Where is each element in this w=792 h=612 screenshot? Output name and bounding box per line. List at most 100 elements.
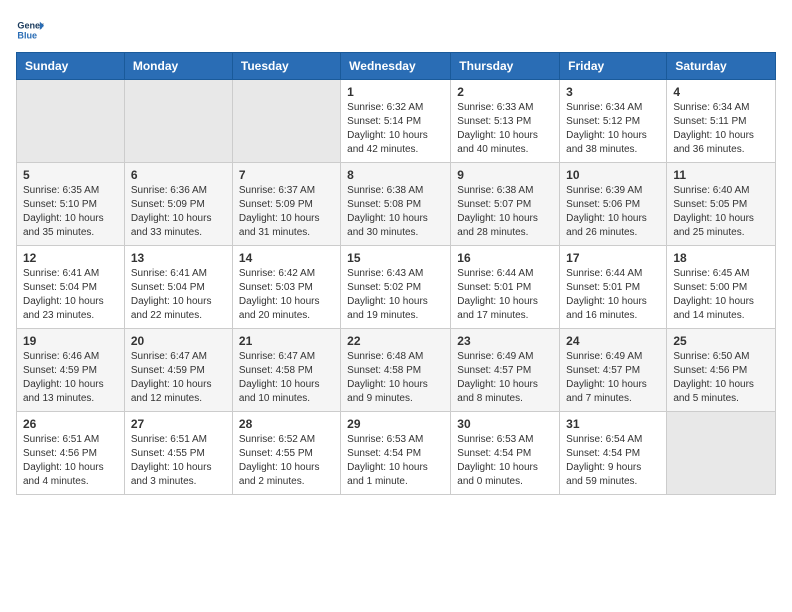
- day-info: Sunrise: 6:41 AM Sunset: 5:04 PM Dayligh…: [23, 267, 118, 323]
- day-number: 4: [673, 85, 769, 99]
- day-info: Sunrise: 6:35 AM Sunset: 5:10 PM Dayligh…: [23, 184, 118, 240]
- day-info: Sunrise: 6:44 AM Sunset: 5:01 PM Dayligh…: [457, 267, 553, 323]
- calendar-cell: [124, 80, 232, 163]
- calendar-cell: 28 Sunrise: 6:52 AM Sunset: 4:55 PM Dayli…: [232, 412, 340, 495]
- day-info: Sunrise: 6:47 AM Sunset: 4:59 PM Dayligh…: [131, 350, 226, 406]
- day-info: Sunrise: 6:50 AM Sunset: 4:56 PM Dayligh…: [673, 350, 769, 406]
- day-info: Sunrise: 6:48 AM Sunset: 4:58 PM Dayligh…: [347, 350, 444, 406]
- calendar-cell: 12 Sunrise: 6:41 AM Sunset: 5:04 PM Dayli…: [17, 246, 125, 329]
- calendar-cell: 14Sunrise: 6:42 AM Sunset: 5:03 PM Dayli…: [232, 246, 340, 329]
- header-day-sunday: Sunday: [17, 53, 125, 80]
- calendar-cell: 6 Sunrise: 6:36 AM Sunset: 5:09 PM Daylig…: [124, 163, 232, 246]
- day-info: Sunrise: 6:38 AM Sunset: 5:08 PM Dayligh…: [347, 184, 444, 240]
- day-number: 14: [239, 251, 334, 265]
- calendar-cell: 20 Sunrise: 6:47 AM Sunset: 4:59 PM Dayli…: [124, 329, 232, 412]
- day-number: 21: [239, 334, 334, 348]
- calendar-cell: 5 Sunrise: 6:35 AM Sunset: 5:10 PM Daylig…: [17, 163, 125, 246]
- calendar-cell: 21 Sunrise: 6:47 AM Sunset: 4:58 PM Dayli…: [232, 329, 340, 412]
- day-number: 31: [566, 417, 660, 431]
- day-number: 23: [457, 334, 553, 348]
- header-day-thursday: Thursday: [451, 53, 560, 80]
- day-info: Sunrise: 6:51 AM Sunset: 4:56 PM Dayligh…: [23, 433, 118, 489]
- calendar-cell: 13Sunrise: 6:41 AM Sunset: 5:04 PM Dayli…: [124, 246, 232, 329]
- day-number: 19: [23, 334, 118, 348]
- day-info: Sunrise: 6:53 AM Sunset: 4:54 PM Dayligh…: [347, 433, 444, 489]
- day-info: Sunrise: 6:38 AM Sunset: 5:07 PM Dayligh…: [457, 184, 553, 240]
- day-number: 11: [673, 168, 769, 182]
- day-number: 16: [457, 251, 553, 265]
- calendar-cell: [17, 80, 125, 163]
- day-number: 2: [457, 85, 553, 99]
- day-info: Sunrise: 6:47 AM Sunset: 4:58 PM Dayligh…: [239, 350, 334, 406]
- header-day-saturday: Saturday: [667, 53, 776, 80]
- day-number: 12: [23, 251, 118, 265]
- day-number: 13: [131, 251, 226, 265]
- day-info: Sunrise: 6:44 AM Sunset: 5:01 PM Dayligh…: [566, 267, 660, 323]
- day-number: 7: [239, 168, 334, 182]
- day-info: Sunrise: 6:51 AM Sunset: 4:55 PM Dayligh…: [131, 433, 226, 489]
- calendar-cell: 23 Sunrise: 6:49 AM Sunset: 4:57 PM Dayli…: [451, 329, 560, 412]
- day-info: Sunrise: 6:45 AM Sunset: 5:00 PM Dayligh…: [673, 267, 769, 323]
- day-info: Sunrise: 6:33 AM Sunset: 5:13 PM Dayligh…: [457, 101, 553, 157]
- day-number: 28: [239, 417, 334, 431]
- day-info: Sunrise: 6:52 AM Sunset: 4:55 PM Dayligh…: [239, 433, 334, 489]
- calendar-cell: 24Sunrise: 6:49 AM Sunset: 4:57 PM Dayli…: [560, 329, 667, 412]
- calendar-cell: 4Sunrise: 6:34 AM Sunset: 5:11 PM Daylig…: [667, 80, 776, 163]
- calendar-cell: 27 Sunrise: 6:51 AM Sunset: 4:55 PM Dayli…: [124, 412, 232, 495]
- day-number: 29: [347, 417, 444, 431]
- day-number: 10: [566, 168, 660, 182]
- day-info: Sunrise: 6:40 AM Sunset: 5:05 PM Dayligh…: [673, 184, 769, 240]
- logo: General Blue: [16, 16, 48, 44]
- day-number: 30: [457, 417, 553, 431]
- header-day-wednesday: Wednesday: [341, 53, 451, 80]
- header-day-monday: Monday: [124, 53, 232, 80]
- day-info: Sunrise: 6:39 AM Sunset: 5:06 PM Dayligh…: [566, 184, 660, 240]
- day-info: Sunrise: 6:37 AM Sunset: 5:09 PM Dayligh…: [239, 184, 334, 240]
- day-number: 18: [673, 251, 769, 265]
- header-row: SundayMondayTuesdayWednesdayThursdayFrid…: [17, 53, 776, 80]
- calendar-cell: 25 Sunrise: 6:50 AM Sunset: 4:56 PM Dayli…: [667, 329, 776, 412]
- calendar-table: SundayMondayTuesdayWednesdayThursdayFrid…: [16, 52, 776, 495]
- day-number: 6: [131, 168, 226, 182]
- calendar-cell: [667, 412, 776, 495]
- logo-icon: General Blue: [16, 16, 44, 44]
- day-number: 25: [673, 334, 769, 348]
- calendar-cell: 18 Sunrise: 6:45 AM Sunset: 5:00 PM Dayli…: [667, 246, 776, 329]
- calendar-cell: 26 Sunrise: 6:51 AM Sunset: 4:56 PM Dayli…: [17, 412, 125, 495]
- day-info: Sunrise: 6:53 AM Sunset: 4:54 PM Dayligh…: [457, 433, 553, 489]
- day-info: Sunrise: 6:43 AM Sunset: 5:02 PM Dayligh…: [347, 267, 444, 323]
- day-number: 22: [347, 334, 444, 348]
- calendar-cell: 15 Sunrise: 6:43 AM Sunset: 5:02 PM Dayli…: [341, 246, 451, 329]
- day-number: 27: [131, 417, 226, 431]
- calendar-cell: 29 Sunrise: 6:53 AM Sunset: 4:54 PM Dayli…: [341, 412, 451, 495]
- day-number: 26: [23, 417, 118, 431]
- header-day-friday: Friday: [560, 53, 667, 80]
- svg-text:Blue: Blue: [17, 30, 37, 40]
- calendar-cell: [232, 80, 340, 163]
- day-number: 17: [566, 251, 660, 265]
- calendar-cell: 9 Sunrise: 6:38 AM Sunset: 5:07 PM Daylig…: [451, 163, 560, 246]
- calendar-cell: 31 Sunrise: 6:54 AM Sunset: 4:54 PM Dayli…: [560, 412, 667, 495]
- day-info: Sunrise: 6:49 AM Sunset: 4:57 PM Dayligh…: [457, 350, 553, 406]
- day-info: Sunrise: 6:36 AM Sunset: 5:09 PM Dayligh…: [131, 184, 226, 240]
- day-number: 1: [347, 85, 444, 99]
- day-number: 24: [566, 334, 660, 348]
- calendar-cell: 30 Sunrise: 6:53 AM Sunset: 4:54 PM Dayli…: [451, 412, 560, 495]
- calendar-cell: 16 Sunrise: 6:44 AM Sunset: 5:01 PM Dayli…: [451, 246, 560, 329]
- calendar-cell: 8Sunrise: 6:38 AM Sunset: 5:08 PM Daylig…: [341, 163, 451, 246]
- calendar-cell: 11 Sunrise: 6:40 AM Sunset: 5:05 PM Dayli…: [667, 163, 776, 246]
- header: General Blue: [16, 16, 776, 44]
- day-number: 3: [566, 85, 660, 99]
- header-day-tuesday: Tuesday: [232, 53, 340, 80]
- week-row-1: 1Sunrise: 6:32 AM Sunset: 5:14 PM Daylig…: [17, 80, 776, 163]
- day-number: 9: [457, 168, 553, 182]
- day-number: 20: [131, 334, 226, 348]
- day-number: 15: [347, 251, 444, 265]
- day-info: Sunrise: 6:34 AM Sunset: 5:12 PM Dayligh…: [566, 101, 660, 157]
- calendar-cell: 1Sunrise: 6:32 AM Sunset: 5:14 PM Daylig…: [341, 80, 451, 163]
- week-row-5: 26 Sunrise: 6:51 AM Sunset: 4:56 PM Dayli…: [17, 412, 776, 495]
- day-info: Sunrise: 6:54 AM Sunset: 4:54 PM Dayligh…: [566, 433, 660, 489]
- day-number: 5: [23, 168, 118, 182]
- week-row-3: 12 Sunrise: 6:41 AM Sunset: 5:04 PM Dayli…: [17, 246, 776, 329]
- calendar-cell: 10 Sunrise: 6:39 AM Sunset: 5:06 PM Dayli…: [560, 163, 667, 246]
